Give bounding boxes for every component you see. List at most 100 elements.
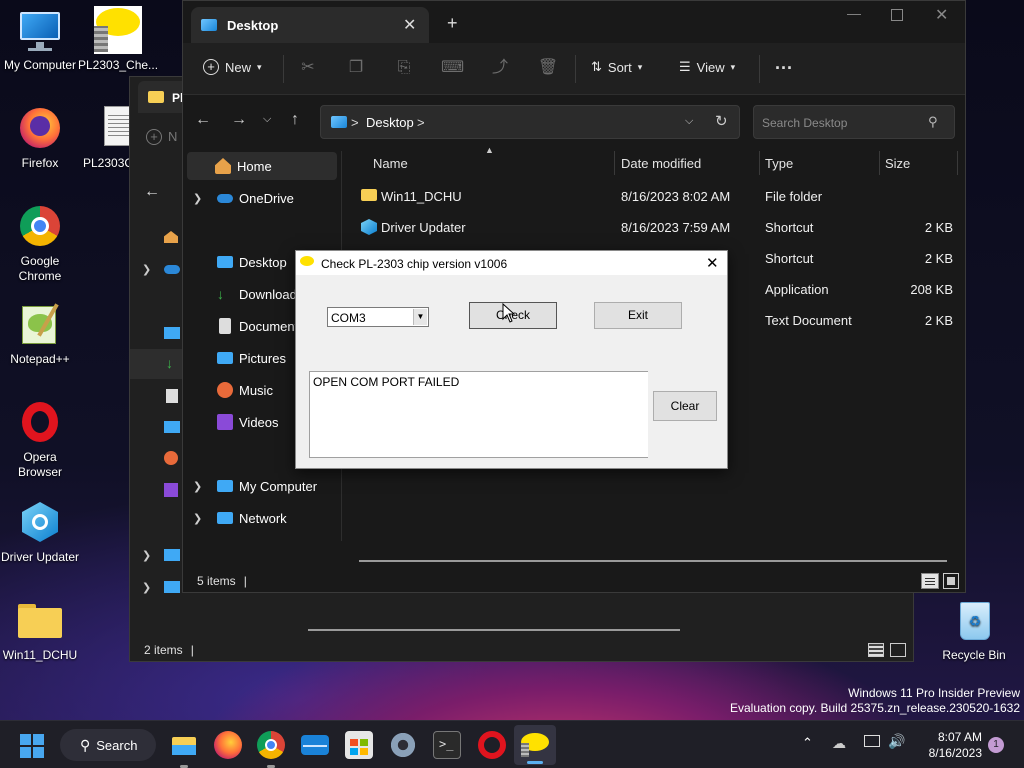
- tray-overflow-chevron-icon[interactable]: ⌃: [802, 735, 813, 751]
- desktop-icon-recycle-bin[interactable]: ♻ Recycle Bin: [934, 596, 1014, 663]
- home-icon[interactable]: [164, 231, 178, 243]
- breadcrumb-desktop[interactable]: Desktop: [366, 115, 414, 130]
- desktop-icon-pl2303-checker[interactable]: PL2303_Che...: [78, 6, 158, 73]
- desktop-icon-my-computer[interactable]: My Computer: [0, 6, 80, 73]
- home-icon: [215, 158, 231, 174]
- minimize-icon[interactable]: —: [847, 5, 861, 21]
- file-name: Win11_DCHU: [381, 189, 462, 204]
- desktop-icon-notepadpp[interactable]: Notepad++: [0, 300, 80, 367]
- file-type: File folder: [765, 189, 823, 204]
- tiles-view-icon[interactable]: [890, 643, 906, 657]
- up-arrow-icon[interactable]: ↑: [291, 111, 299, 129]
- video-icon[interactable]: [164, 483, 178, 497]
- refresh-icon[interactable]: ↻: [715, 112, 728, 130]
- forward-arrow-icon[interactable]: →: [231, 111, 247, 129]
- nav-network[interactable]: ❯ Network: [183, 504, 337, 532]
- chrome-taskbar-icon[interactable]: [257, 731, 285, 768]
- volume-icon[interactable]: 🔊: [888, 733, 905, 750]
- chevron-right-icon[interactable]: ❯: [193, 192, 202, 205]
- download-icon[interactable]: ↓: [130, 349, 184, 379]
- search-box[interactable]: Search Desktop ⚲: [753, 105, 955, 139]
- desktop-icon-chrome[interactable]: Google Chrome: [0, 202, 80, 284]
- desktop-icon-win11-dchu[interactable]: Win11_DCHU: [0, 596, 80, 663]
- close-window-icon[interactable]: ✕: [935, 5, 948, 25]
- dialog-titlebar[interactable]: Check PL-2303 chip version v1006 ✕: [296, 251, 727, 275]
- back-back-arrow-icon[interactable]: ←: [144, 183, 160, 201]
- new-button[interactable]: + New ▾: [203, 59, 262, 75]
- details-view-icon[interactable]: [868, 643, 884, 657]
- tiles-view-icon[interactable]: [943, 573, 959, 589]
- chevron-right-icon[interactable]: ❯: [142, 263, 151, 276]
- file-name: Driver Updater: [381, 220, 466, 235]
- close-tab-icon[interactable]: ✕: [403, 15, 416, 35]
- desktop-icon-pl2303-text[interactable]: PL2303Cl: [76, 104, 136, 171]
- file-row[interactable]: Driver Updater 8/16/2023 7:59 AM Shortcu…: [343, 212, 953, 242]
- mail-taskbar-icon[interactable]: [301, 735, 329, 755]
- dropdown-arrow-button[interactable]: ▼: [413, 309, 427, 325]
- copy-icon[interactable]: ❐: [345, 57, 367, 79]
- desktop-icon-firefox[interactable]: Firefox: [0, 104, 80, 171]
- opera-taskbar-icon[interactable]: [478, 731, 506, 759]
- start-button[interactable]: [20, 734, 44, 758]
- maximize-icon[interactable]: [891, 9, 903, 21]
- display-icon[interactable]: [864, 735, 880, 747]
- view-icon: ☰: [679, 59, 691, 74]
- nav-my-computer[interactable]: ❯ My Computer: [183, 472, 337, 500]
- clear-button[interactable]: Clear: [653, 391, 717, 421]
- cut-icon[interactable]: ✂: [297, 57, 319, 79]
- chevron-right-icon[interactable]: ❯: [193, 480, 202, 493]
- firefox-taskbar-icon[interactable]: [214, 731, 242, 759]
- dialog-close-icon[interactable]: ✕: [706, 254, 719, 272]
- store-taskbar-icon[interactable]: [345, 731, 373, 759]
- nav-onedrive[interactable]: ❯ OneDrive: [183, 184, 337, 212]
- com-port-select[interactable]: COM3 ▼: [327, 307, 429, 327]
- view-button[interactable]: ☰ View ▾: [679, 59, 735, 75]
- chevron-right-icon[interactable]: ❯: [193, 512, 202, 525]
- settings-taskbar-icon[interactable]: [389, 731, 417, 759]
- more-options-button[interactable]: ...: [775, 53, 793, 74]
- desktop-icon-driver-updater[interactable]: Driver Updater: [0, 498, 80, 565]
- pl2303-taskbar-button[interactable]: [514, 725, 556, 765]
- column-header-size[interactable]: Size: [885, 156, 910, 171]
- back-arrow-icon[interactable]: ←: [195, 111, 211, 129]
- music-icon[interactable]: [164, 451, 178, 465]
- output-textbox[interactable]: OPEN COM PORT FAILED: [309, 371, 648, 458]
- back-new-button[interactable]: + N: [146, 129, 177, 145]
- column-header-type[interactable]: Type: [765, 156, 793, 171]
- nav-home[interactable]: Home: [187, 152, 337, 180]
- terminal-taskbar-icon[interactable]: >_: [433, 731, 461, 759]
- exit-button[interactable]: Exit: [594, 302, 682, 329]
- explorer-tab[interactable]: Desktop ✕: [191, 7, 429, 43]
- chevron-right-icon[interactable]: ❯: [142, 549, 151, 562]
- details-view-icon[interactable]: [921, 573, 939, 589]
- notification-badge[interactable]: 1: [988, 737, 1004, 753]
- file-date: 8/16/2023 7:59 AM: [621, 220, 731, 235]
- desktop-icon-small[interactable]: [164, 327, 180, 339]
- file-row[interactable]: Win11_DCHU 8/16/2023 8:02 AM File folder: [343, 181, 953, 211]
- chevron-right-icon[interactable]: ❯: [142, 581, 151, 594]
- new-tab-button[interactable]: +: [447, 13, 458, 34]
- computer-icon[interactable]: [164, 549, 180, 561]
- back-scrollbar[interactable]: [308, 629, 680, 631]
- horizontal-scrollbar[interactable]: [359, 560, 947, 562]
- cloud-icon[interactable]: [164, 265, 180, 274]
- taskbar-search[interactable]: ⚲ Search: [60, 729, 156, 761]
- rename-icon[interactable]: ⌨: [441, 57, 464, 79]
- pl2303-check-dialog[interactable]: Check PL-2303 chip version v1006 ✕ COM3 …: [295, 250, 728, 469]
- sort-button[interactable]: ⇅ Sort ▾: [591, 59, 642, 75]
- column-header-date[interactable]: Date modified: [621, 156, 701, 171]
- file-explorer-taskbar-icon[interactable]: [170, 731, 198, 768]
- paste-icon[interactable]: ⎘: [393, 57, 415, 79]
- clock[interactable]: 8:07 AM 8/16/2023: [916, 729, 982, 761]
- address-bar[interactable]: > Desktop > ⌵ ↻: [320, 105, 740, 139]
- network-offline-icon[interactable]: ☁: [832, 735, 846, 752]
- address-dropdown-icon[interactable]: ⌵: [685, 115, 693, 128]
- recent-chevron-icon[interactable]: ⌵: [263, 113, 271, 126]
- share-icon[interactable]: ⤴: [489, 57, 511, 79]
- column-header-name[interactable]: Name: [373, 156, 408, 171]
- desktop-icon-opera[interactable]: Opera Browser: [0, 398, 80, 480]
- delete-icon[interactable]: 🗑: [537, 57, 559, 79]
- document-icon[interactable]: [166, 389, 178, 403]
- network-icon[interactable]: [164, 581, 180, 593]
- picture-icon[interactable]: [164, 421, 180, 433]
